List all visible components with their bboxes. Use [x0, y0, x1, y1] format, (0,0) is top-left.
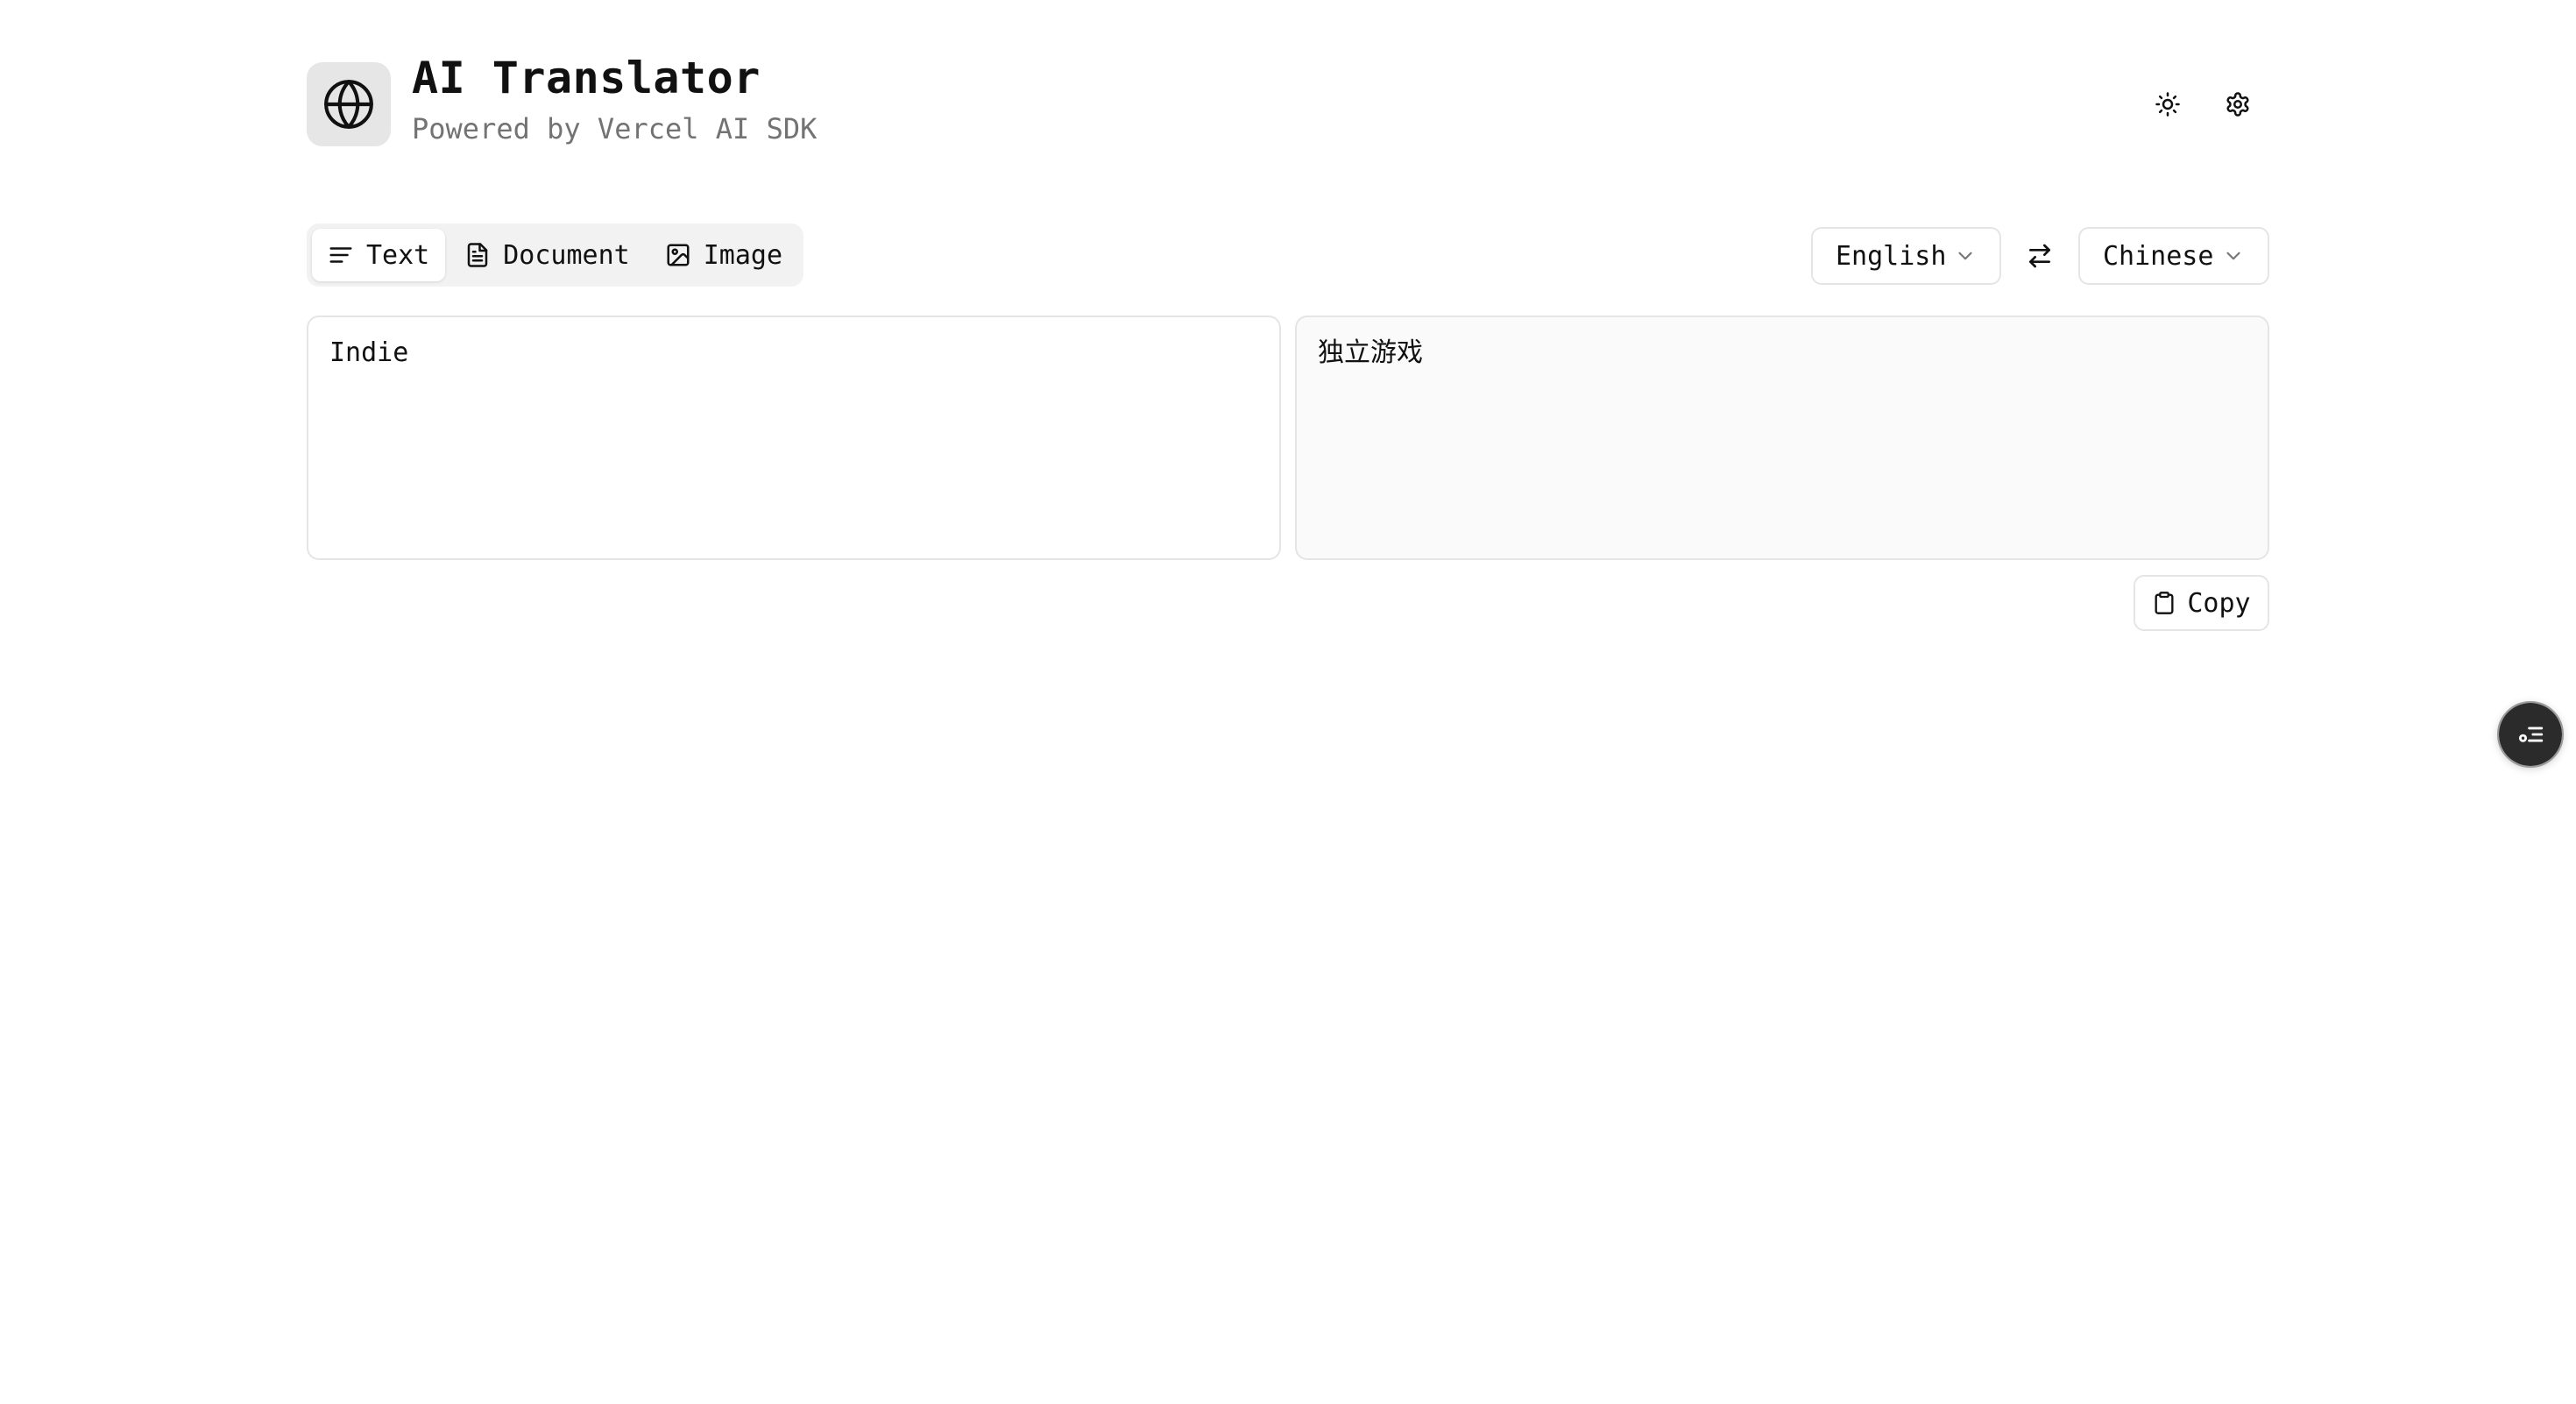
- text-lines-icon: [329, 247, 352, 263]
- clipboard-icon: [2155, 592, 2174, 614]
- chevron-down-icon: [1958, 252, 1972, 260]
- translator-page: AI Translator Powered by Vercel AI SDK T…: [0, 0, 2576, 1404]
- sun-icon: [2155, 92, 2180, 117]
- source-text-input[interactable]: Indie: [307, 316, 1281, 560]
- copy-button-label: Copy: [2187, 587, 2251, 619]
- target-language-select[interactable]: Chinese: [2078, 227, 2269, 285]
- source-language-select[interactable]: English: [1811, 227, 2001, 285]
- page-title: AI Translator: [412, 53, 761, 103]
- swap-languages-button[interactable]: [2013, 230, 2066, 282]
- globe-icon: [324, 80, 373, 129]
- theme-toggle-button[interactable]: [2141, 78, 2194, 131]
- tab-text-label: Text: [366, 239, 430, 271]
- tab-text[interactable]: Text: [312, 229, 446, 281]
- source-language-value: English: [1836, 240, 1947, 272]
- chevron-down-icon: [2226, 252, 2240, 260]
- app-logo: [307, 62, 391, 146]
- gear-icon: [2226, 92, 2249, 117]
- swap-arrows-icon: [2029, 244, 2050, 268]
- file-icon: [468, 243, 488, 267]
- mode-tabs: Text Document Image: [307, 223, 804, 287]
- target-language-value: Chinese: [2103, 240, 2214, 272]
- tab-document[interactable]: Document: [449, 229, 646, 281]
- tab-image-label: Image: [703, 239, 783, 271]
- toggle-list-icon: [2518, 727, 2544, 742]
- image-icon: [667, 244, 690, 266]
- tab-document-label: Document: [503, 239, 630, 271]
- tab-image[interactable]: Image: [649, 229, 798, 281]
- floating-toggle-button[interactable]: [2497, 701, 2564, 768]
- settings-button[interactable]: [2212, 78, 2264, 131]
- page-subtitle: Powered by Vercel AI SDK: [412, 112, 817, 145]
- translated-text-output: 独立游戏: [1295, 316, 2269, 560]
- copy-button[interactable]: Copy: [2134, 575, 2269, 631]
